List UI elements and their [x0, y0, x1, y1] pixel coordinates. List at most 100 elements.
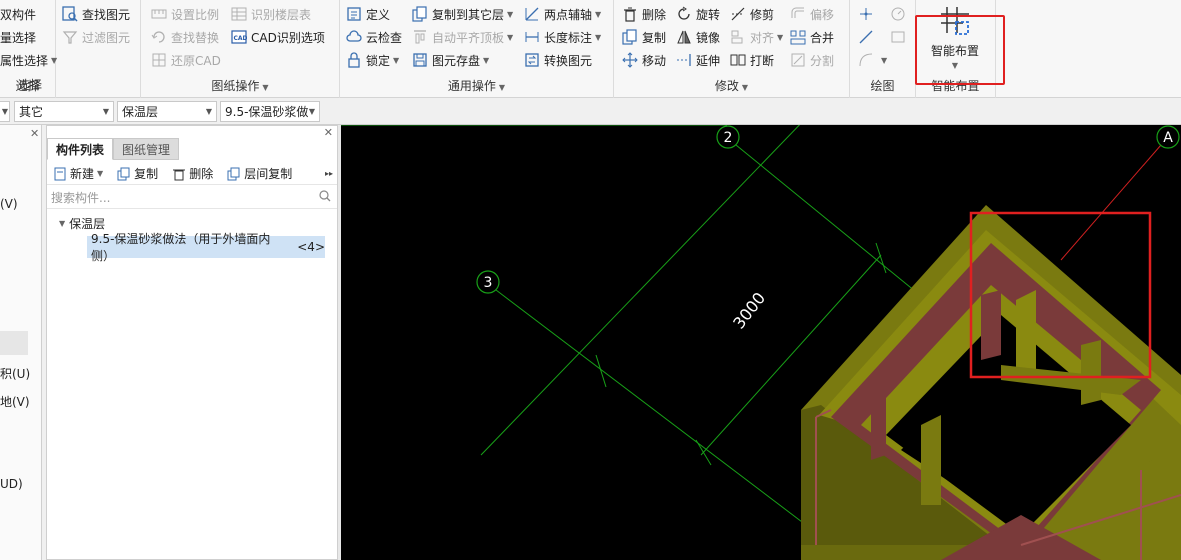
mirror-icon [676, 29, 692, 45]
filter-element-button[interactable]: 过滤图元 [62, 27, 130, 47]
group-title-common: 通用操作 ▼ [447, 79, 506, 93]
left-nav-item[interactable]: UD) [0, 477, 23, 491]
move-icon [622, 52, 638, 68]
panel-delete-button[interactable]: 删除 [172, 165, 213, 182]
align-icon [730, 29, 746, 45]
left-nav-strip: ✕ (V) 积(U) 地(V) UD) [0, 125, 42, 560]
category-combo[interactable]: 其它 ▼ [14, 101, 114, 122]
recognize-floor-table-button[interactable]: 识别楼层表 [231, 4, 311, 24]
define-icon [346, 6, 362, 22]
break-button[interactable]: 打断 [730, 50, 774, 70]
save-disk-icon [412, 52, 428, 68]
mirror-button[interactable]: 镜像 [676, 27, 720, 47]
dimension-icon [524, 29, 540, 45]
copy-icon [622, 29, 638, 45]
find-element-button[interactable]: 查找图元 [62, 4, 130, 24]
layer-combo[interactable]: 保温层 ▼ [117, 101, 217, 122]
extend-button[interactable]: 延伸 [676, 50, 720, 70]
left-nav-item[interactable]: 积(U) [0, 365, 30, 382]
set-scale-button[interactable]: 设置比例 [151, 4, 219, 24]
drawing-canvas[interactable]: 2 3 A 3000 [341, 125, 1181, 560]
collapse-icon[interactable]: ▼ [59, 219, 65, 228]
close-icon[interactable]: ✕ [324, 126, 333, 139]
offset-button[interactable]: 偏移 [790, 4, 834, 24]
svg-text:2: 2 [724, 130, 733, 146]
trim-icon [730, 6, 746, 22]
chevron-down-icon: ▼ [498, 83, 506, 92]
left-nav-selected[interactable] [0, 331, 28, 355]
copy-button[interactable]: 复制 [622, 27, 666, 47]
chevron-down-icon: ▼ [205, 107, 212, 116]
chevron-down-icon: ▼ [1, 107, 8, 116]
component-search-input[interactable]: 搜索构件... [47, 187, 337, 209]
chevron-down-icon: ▼ [777, 32, 784, 42]
axis-bubble-A[interactable]: A [1156, 125, 1180, 149]
chevron-down-icon: ▼ [595, 32, 602, 42]
panel-copy-button[interactable]: 复制 [117, 165, 158, 182]
draw-line-button[interactable] [858, 27, 878, 47]
align-button[interactable]: 对齐 ▼ [730, 27, 783, 47]
axis-bubble-2[interactable]: 2 [716, 125, 740, 149]
axis-bubble-3[interactable]: 3 [476, 270, 500, 294]
trim-button[interactable]: 修剪 [730, 4, 774, 24]
chevron-down-icon: ▼ [393, 55, 400, 65]
tab-component-list[interactable]: 构件列表 [47, 138, 114, 160]
delete-button[interactable]: 删除 [622, 4, 666, 24]
convert-element-button[interactable]: 转换图元 [524, 50, 592, 70]
property-select-button[interactable]: 属性选择 ▼ [0, 50, 57, 70]
line-icon [858, 29, 874, 45]
floor-combo[interactable]: ▼ [0, 101, 10, 122]
chevron-down-icon: ▼ [262, 83, 269, 92]
cloud-check-button[interactable]: 云检查 [346, 27, 402, 47]
group-title-draw: 绘图 [870, 79, 895, 93]
more-icon[interactable]: ▸▸ [325, 169, 333, 178]
left-nav-item[interactable]: 地(V) [0, 393, 30, 410]
select-component-button[interactable]: 双构件 [0, 4, 36, 24]
building-model[interactable] [801, 205, 1181, 560]
find-replace-icon [151, 29, 167, 45]
search-icon[interactable] [319, 190, 331, 205]
trash-icon [172, 167, 186, 181]
copy-to-other-floor-button[interactable]: 复制到其它层 ▼ [412, 4, 513, 24]
convert-icon [524, 52, 540, 68]
element-save-button[interactable]: 图元存盘 ▼ [412, 50, 489, 70]
restore-cad-button[interactable]: 还原CAD [151, 50, 221, 70]
lock-button[interactable]: 锁定 ▼ [346, 50, 399, 70]
find-replace-button[interactable]: 查找替换 [151, 27, 219, 47]
element-combo[interactable]: 9.5-保温砂浆做 ▼ [220, 101, 320, 122]
floor-copy-button[interactable]: 层间复制 [227, 165, 292, 182]
selector-toolbar: ▼ 其它 ▼ 保温层 ▼ 9.5-保温砂浆做 ▼ [0, 99, 1181, 125]
auto-align-top-button[interactable]: 自动平齐顶板 ▼ [412, 27, 513, 47]
tab-drawing-management[interactable]: 图纸管理 [113, 138, 180, 160]
move-button[interactable]: 移动 [622, 50, 666, 70]
left-nav-item[interactable]: (V) [0, 197, 18, 211]
draw-rect-button[interactable] [890, 27, 910, 47]
cad-recognize-options-button[interactable]: CAD CAD识别选项 [231, 27, 325, 47]
draw-arc-button[interactable]: ▼ [858, 50, 887, 70]
rotate-button[interactable]: 旋转 [676, 4, 720, 24]
arc-icon [858, 52, 874, 68]
group-title-modify: 修改 ▼ [714, 79, 749, 93]
length-dimension-button[interactable]: 长度标注 ▼ [524, 27, 601, 47]
two-point-axis-button[interactable]: 两点辅轴 ▼ [524, 4, 601, 24]
align-top-icon [412, 29, 428, 45]
canvas-svg: 2 3 A 3000 [341, 125, 1181, 560]
tree-item-selected[interactable]: 9.5-保温砂浆做法（用于外墙面内侧） <4> [87, 232, 325, 263]
close-icon[interactable]: ✕ [30, 127, 39, 140]
rect-icon [890, 29, 906, 45]
merge-button[interactable]: 合并 [790, 27, 834, 47]
highlight-box-smart-layout [915, 15, 1005, 85]
restore-cad-icon [151, 52, 167, 68]
new-button[interactable]: 新建 ▼ [53, 165, 103, 182]
ribbon-group-drawing: 设置比例 查找替换 还原CAD 识别楼层表 CAD CAD识别选项 图纸操作 ▼ [140, 0, 340, 98]
define-button[interactable]: 定义 [346, 4, 390, 24]
batch-select-button[interactable]: 量选择 [0, 27, 36, 47]
split-button[interactable]: 分割 [790, 50, 834, 70]
component-panel: ✕ 构件列表 图纸管理 新建 ▼ 复制 删除 层间复制 ▸▸ 搜索构件... ▼ … [46, 125, 338, 560]
ribbon-group-common: 定义 云检查 锁定 ▼ 复制到其它层 ▼ 自动平齐顶板 ▼ 图元存盘 ▼ 两点辅轴 ▼ [340, 0, 614, 98]
panel-toolbar: 新建 ▼ 复制 删除 层间复制 ▸▸ [47, 163, 337, 185]
draw-circle-button[interactable] [890, 4, 910, 24]
split-icon [790, 52, 806, 68]
draw-point-button[interactable] [858, 4, 878, 24]
rotate-icon [676, 6, 692, 22]
